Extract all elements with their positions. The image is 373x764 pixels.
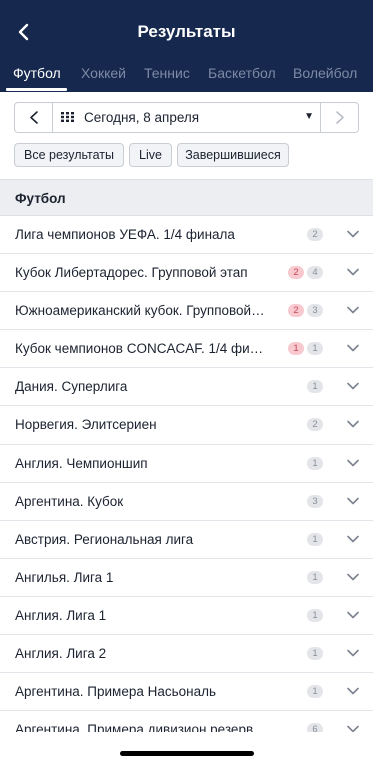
league-row[interactable]: Норвегия. Элитсериен 2	[0, 406, 373, 445]
league-badges: 1	[307, 532, 323, 547]
match-count-badge: 1	[307, 608, 323, 622]
league-badges: 2	[307, 228, 323, 242]
league-badges: 6	[307, 723, 323, 732]
calendar-grid-icon	[61, 112, 74, 122]
match-count-badge: 1	[307, 456, 323, 470]
tab-tennis[interactable]: Теннис	[144, 65, 190, 81]
dropdown-caret-icon: ▼	[304, 111, 314, 122]
live-count-badge: 2	[288, 266, 304, 280]
chevron-down-icon	[347, 649, 359, 657]
match-count-badge: 2	[307, 228, 323, 241]
chevron-down-icon	[347, 306, 359, 314]
section-header: Футбол	[0, 179, 373, 216]
filter-finished-button[interactable]: Завершившиеся	[177, 143, 289, 167]
league-badges: 1	[307, 456, 323, 471]
date-picker: Сегодня, 8 апреля ▼	[14, 102, 359, 133]
filter-live-button[interactable]: Live	[129, 143, 172, 167]
league-name: Кубок Либертадорес. Групповой этап	[15, 265, 248, 281]
league-row[interactable]: Лига чемпионов УЕФА. 1/4 финала 2	[0, 216, 373, 255]
league-name: Южноамериканский кубок. Групповой этап	[15, 303, 265, 319]
match-count-badge: 1	[307, 647, 323, 661]
section-title: Футбол	[15, 191, 66, 206]
league-name: Аргентина. Примера Насьональ	[15, 684, 217, 700]
league-name: Лига чемпионов УЕФА. 1/4 финала	[15, 227, 235, 242]
tab-basketball[interactable]: Баскетбол	[208, 65, 276, 81]
date-label: Сегодня, 8 апреля	[84, 110, 200, 125]
chevron-down-icon	[347, 497, 359, 504]
league-badges: 1	[307, 608, 323, 623]
league-row[interactable]: Англия. Лига 2 1	[0, 635, 373, 674]
league-badges: 1	[307, 685, 323, 699]
chevron-down-icon	[347, 268, 359, 276]
league-badges: 2	[307, 418, 323, 432]
league-row[interactable]: Австрия. Региональная лига 1	[0, 520, 373, 559]
league-name: Аргентина. Примера дивизион резерв	[15, 722, 254, 732]
league-list: Лига чемпионов УЕФА. 1/4 финала 2 Кубок Ли…	[0, 216, 373, 732]
league-name: Дания. Суперлига	[15, 379, 128, 395]
header-bar: Результаты Футбол Хоккей Теннис Баскетбо…	[0, 0, 373, 92]
chevron-down-icon	[347, 230, 359, 238]
league-row[interactable]: Аргентина. Кубок 3	[0, 482, 373, 521]
chevron-down-icon	[347, 383, 359, 390]
league-row[interactable]: Кубок Либертадорес. Групповой этап 2 4	[0, 254, 373, 293]
league-row[interactable]: Южноамериканский кубок. Групповой этап 2 3	[0, 292, 373, 331]
chevron-down-icon	[347, 725, 359, 732]
league-badges: 24	[288, 266, 323, 280]
league-row[interactable]: Аргентина. Примера дивизион резерв 6	[0, 711, 373, 732]
league-row[interactable]: Дания. Суперлига 1	[0, 368, 373, 407]
match-count-badge: 1	[307, 342, 323, 356]
live-count-badge: 2	[288, 304, 304, 318]
match-count-badge: 6	[307, 723, 323, 732]
chevron-right-icon	[336, 111, 344, 124]
sport-tabs: Футбол Хоккей Теннис Баскетбол Волейбол	[0, 62, 373, 92]
home-indicator-area	[0, 732, 373, 764]
home-indicator	[120, 751, 254, 756]
league-name: Австрия. Региональная лига	[15, 531, 194, 547]
match-count-badge: 3	[307, 304, 323, 318]
chevron-down-icon	[347, 573, 359, 581]
league-name: Кубок чемпионов CONCACAF. 1/4 финала	[15, 341, 265, 357]
chevron-down-icon	[347, 687, 359, 695]
previous-date-button[interactable]	[15, 103, 53, 132]
chevron-left-icon	[30, 111, 38, 124]
active-tab-indicator	[6, 88, 67, 91]
league-row[interactable]: Англия. Чемпионшип 1	[0, 444, 373, 483]
league-badges: 1	[307, 570, 323, 585]
match-count-badge: 2	[307, 418, 323, 432]
chevron-down-icon	[347, 421, 359, 428]
league-name: Ангилья. Лига 1	[15, 569, 114, 585]
date-select[interactable]: Сегодня, 8 апреля ▼	[53, 103, 320, 132]
league-badges: 1	[307, 647, 323, 661]
league-badges: 11	[288, 342, 323, 356]
chevron-down-icon	[347, 459, 359, 466]
chevron-down-icon	[347, 611, 359, 619]
league-name: Аргентина. Кубок	[15, 493, 124, 509]
chevron-down-icon	[347, 344, 359, 352]
tab-hockey[interactable]: Хоккей	[81, 65, 126, 81]
live-count-badge: 1	[288, 342, 304, 356]
chevron-down-icon	[347, 535, 359, 543]
page-title: Результаты	[137, 22, 236, 41]
match-count-badge: 4	[307, 266, 323, 280]
filter-all-results-button[interactable]: Все результаты	[14, 143, 124, 167]
league-row[interactable]: Ангилья. Лига 1 1	[0, 558, 373, 597]
league-name: Норвегия. Элитсериен	[15, 417, 157, 433]
league-badges: 3	[307, 494, 323, 509]
league-name: Англия. Чемпионшип	[15, 455, 148, 471]
league-badges: 1	[307, 380, 323, 394]
next-date-button[interactable]	[320, 103, 358, 132]
tab-football[interactable]: Футбол	[13, 65, 61, 81]
league-row[interactable]: Кубок чемпионов CONCACAF. 1/4 финала 1 1	[0, 330, 373, 369]
match-count-badge: 1	[307, 380, 323, 394]
league-name: Англия. Лига 1	[15, 607, 107, 623]
league-row[interactable]: Аргентина. Примера Насьональ 1	[0, 673, 373, 712]
league-name: Англия. Лига 2	[15, 646, 107, 662]
league-badges: 23	[288, 304, 323, 318]
match-count-badge: 1	[307, 532, 323, 546]
league-row[interactable]: Англия. Лига 1 1	[0, 596, 373, 636]
match-count-badge: 3	[307, 494, 323, 508]
match-count-badge: 1	[307, 570, 323, 584]
tab-volleyball[interactable]: Волейбол	[293, 65, 357, 81]
match-count-badge: 1	[307, 685, 323, 699]
